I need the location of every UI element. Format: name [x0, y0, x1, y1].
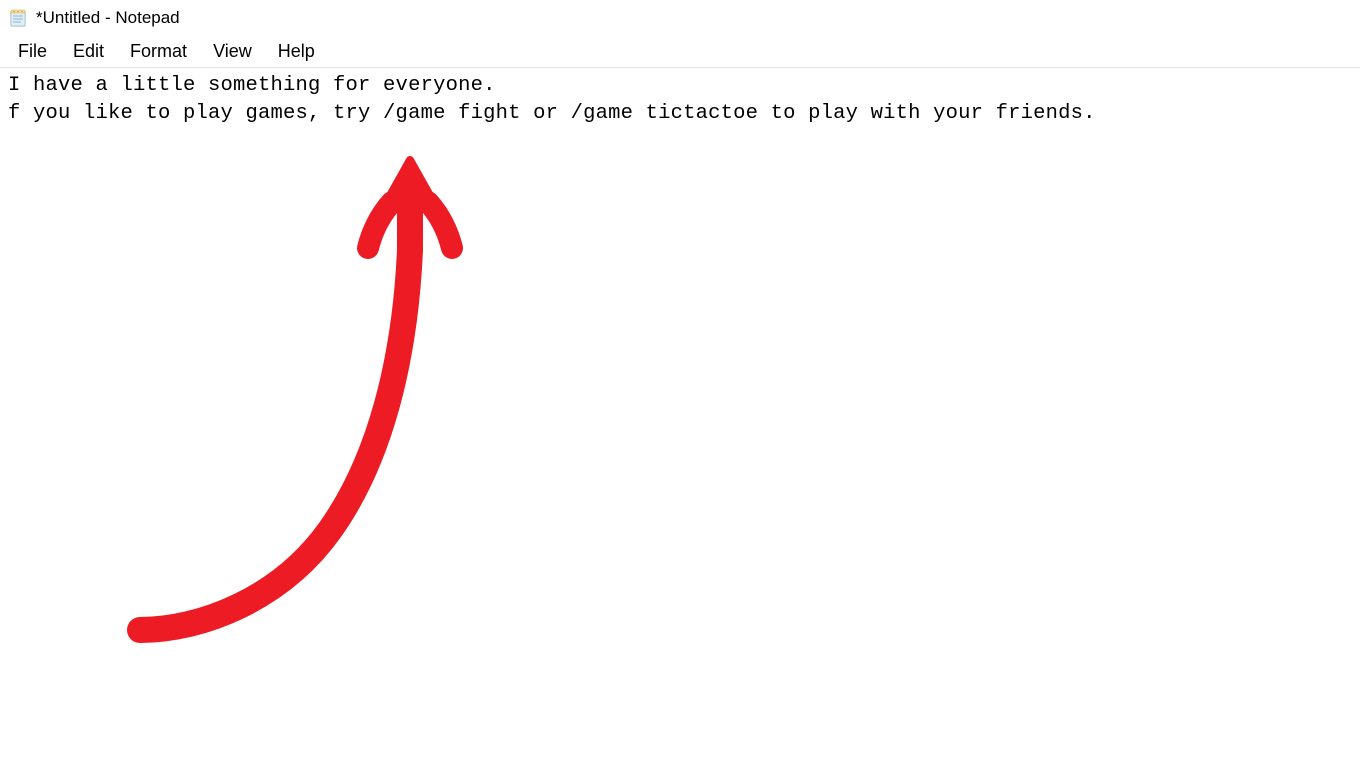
- menu-file[interactable]: File: [6, 38, 59, 65]
- menu-view[interactable]: View: [201, 38, 264, 65]
- notepad-icon: [8, 8, 28, 28]
- titlebar: *Untitled - Notepad: [0, 0, 1360, 36]
- text-editor-area[interactable]: I have a little something for everyone. …: [0, 68, 1360, 131]
- window-title: *Untitled - Notepad: [36, 8, 180, 28]
- menu-help[interactable]: Help: [266, 38, 327, 65]
- menu-edit[interactable]: Edit: [61, 38, 116, 65]
- annotation-arrow: [120, 140, 540, 665]
- menu-format[interactable]: Format: [118, 38, 199, 65]
- menubar: File Edit Format View Help: [0, 36, 1360, 68]
